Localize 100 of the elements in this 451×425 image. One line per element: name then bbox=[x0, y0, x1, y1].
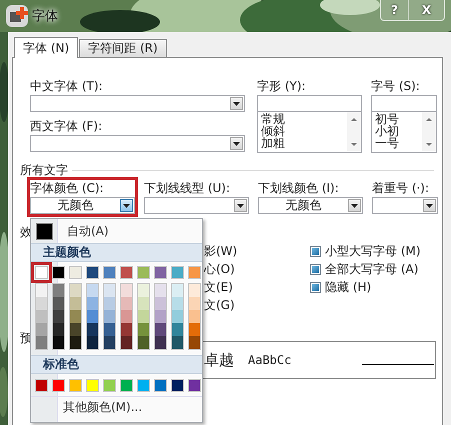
list-item[interactable]: 常规 bbox=[261, 113, 347, 125]
input-field[interactable] bbox=[257, 95, 362, 112]
color-swatch[interactable] bbox=[104, 297, 115, 310]
color-swatch[interactable] bbox=[155, 323, 166, 336]
color-swatch[interactable] bbox=[121, 284, 132, 297]
color-swatch[interactable] bbox=[172, 310, 183, 323]
color-swatch[interactable] bbox=[138, 284, 149, 297]
tab[interactable]: 字符间距 (R) bbox=[79, 39, 167, 57]
color-swatch[interactable] bbox=[137, 266, 150, 279]
checkbox[interactable] bbox=[310, 246, 321, 256]
color-swatch[interactable] bbox=[172, 284, 183, 297]
color-swatch[interactable] bbox=[70, 310, 81, 323]
color-swatch[interactable] bbox=[52, 266, 65, 279]
color-swatch[interactable] bbox=[70, 323, 81, 336]
checkbox-label[interactable]: 小型大写字母 (M) bbox=[325, 242, 421, 260]
color-swatch[interactable] bbox=[189, 310, 200, 323]
color-swatch[interactable] bbox=[86, 266, 99, 279]
color-swatch[interactable] bbox=[120, 266, 133, 279]
dropdown-field[interactable] bbox=[372, 197, 438, 214]
color-swatch[interactable] bbox=[138, 310, 149, 323]
dropdown-field[interactable]: 无颜色 bbox=[30, 197, 135, 214]
color-swatch[interactable] bbox=[188, 266, 201, 279]
color-swatch[interactable] bbox=[172, 336, 183, 349]
scrollbar[interactable] bbox=[422, 112, 436, 151]
color-swatch[interactable] bbox=[53, 310, 64, 323]
list-item[interactable]: 一号 bbox=[375, 137, 422, 149]
color-swatch[interactable] bbox=[36, 284, 47, 297]
color-swatch[interactable] bbox=[155, 336, 166, 349]
color-swatch[interactable] bbox=[53, 297, 64, 310]
color-swatch[interactable] bbox=[154, 266, 167, 279]
color-swatch[interactable] bbox=[87, 323, 98, 336]
more-colors-item[interactable]: 其他颜色(M)... bbox=[31, 396, 202, 418]
color-swatch[interactable] bbox=[87, 310, 98, 323]
list-item[interactable]: 倾斜 bbox=[261, 125, 347, 137]
color-swatch[interactable] bbox=[104, 284, 115, 297]
color-swatch[interactable] bbox=[121, 323, 132, 336]
scrollbar[interactable] bbox=[347, 112, 361, 151]
color-swatch[interactable] bbox=[171, 379, 184, 392]
tab[interactable]: 字体 (N) bbox=[14, 37, 78, 58]
color-swatch[interactable] bbox=[172, 323, 183, 336]
color-swatch[interactable] bbox=[104, 310, 115, 323]
color-swatch[interactable] bbox=[104, 323, 115, 336]
color-swatch[interactable] bbox=[104, 336, 115, 349]
color-swatch[interactable] bbox=[121, 336, 132, 349]
dropdown-button[interactable] bbox=[234, 199, 247, 212]
color-swatch[interactable] bbox=[155, 297, 166, 310]
list-box[interactable]: 常规 倾斜 加粗 bbox=[257, 112, 362, 153]
color-swatch[interactable] bbox=[137, 379, 150, 392]
dropdown-button[interactable] bbox=[230, 97, 243, 110]
checkbox-label[interactable]: 隐藏 (H) bbox=[325, 278, 372, 296]
checkbox-label[interactable]: 全部大写字母 (A) bbox=[325, 260, 418, 278]
color-swatch[interactable] bbox=[35, 379, 48, 392]
list-item[interactable]: 小初 bbox=[375, 125, 422, 137]
color-swatch[interactable] bbox=[121, 310, 132, 323]
color-swatch[interactable] bbox=[36, 323, 47, 336]
list-box[interactable]: 初号 小初 一号 bbox=[371, 112, 437, 153]
color-swatch[interactable] bbox=[189, 297, 200, 310]
color-swatch[interactable] bbox=[172, 297, 183, 310]
color-swatch[interactable] bbox=[36, 297, 47, 310]
color-swatch[interactable] bbox=[69, 379, 82, 392]
auto-color-item[interactable]: 自动(A) bbox=[31, 219, 202, 243]
color-swatch[interactable] bbox=[121, 297, 132, 310]
color-swatch[interactable] bbox=[103, 266, 116, 279]
color-swatch[interactable] bbox=[87, 284, 98, 297]
list-item[interactable]: 加粗 bbox=[261, 137, 347, 149]
input-field[interactable] bbox=[371, 95, 437, 112]
checkbox[interactable] bbox=[310, 264, 321, 274]
color-swatch[interactable] bbox=[103, 379, 116, 392]
color-swatch[interactable] bbox=[36, 310, 47, 323]
color-swatch[interactable] bbox=[188, 379, 201, 392]
color-swatch[interactable] bbox=[138, 323, 149, 336]
color-swatch[interactable] bbox=[70, 284, 81, 297]
color-swatch[interactable] bbox=[155, 284, 166, 297]
checkbox[interactable] bbox=[310, 282, 321, 292]
color-swatch[interactable] bbox=[189, 336, 200, 349]
dropdown-field[interactable] bbox=[144, 197, 249, 214]
color-swatch[interactable] bbox=[171, 266, 184, 279]
color-swatch[interactable] bbox=[154, 379, 167, 392]
color-swatch[interactable] bbox=[87, 297, 98, 310]
dropdown-button[interactable] bbox=[230, 137, 243, 150]
color-swatch[interactable] bbox=[138, 297, 149, 310]
color-swatch[interactable] bbox=[53, 323, 64, 336]
color-swatch[interactable] bbox=[189, 284, 200, 297]
dropdown-button[interactable] bbox=[120, 199, 133, 212]
color-swatch[interactable] bbox=[86, 379, 99, 392]
dropdown-button[interactable] bbox=[423, 199, 436, 212]
color-swatch[interactable] bbox=[87, 336, 98, 349]
color-swatch[interactable] bbox=[155, 310, 166, 323]
dropdown-button[interactable] bbox=[348, 199, 361, 212]
color-swatch[interactable] bbox=[120, 379, 133, 392]
list-item[interactable]: 初号 bbox=[375, 113, 422, 125]
color-swatch[interactable] bbox=[138, 336, 149, 349]
color-swatch[interactable] bbox=[70, 297, 81, 310]
color-swatch[interactable] bbox=[52, 379, 65, 392]
color-swatch[interactable] bbox=[70, 336, 81, 349]
color-swatch[interactable] bbox=[53, 336, 64, 349]
dropdown-field[interactable]: 无颜色 bbox=[258, 197, 363, 214]
color-swatch[interactable] bbox=[189, 323, 200, 336]
color-swatch[interactable] bbox=[69, 266, 82, 279]
color-swatch[interactable] bbox=[53, 284, 64, 297]
